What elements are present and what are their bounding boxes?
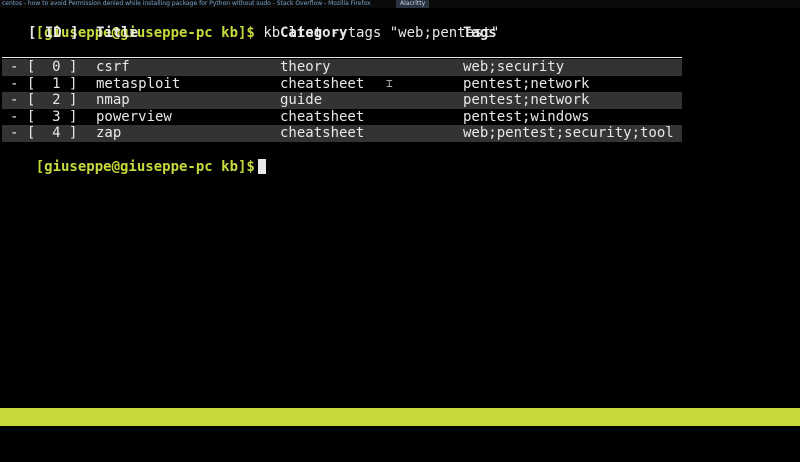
table-row: - [ 4 ] zap cheatsheet web;pentest;secur… <box>2 125 682 142</box>
tmux-status-bar: [giuseppe@0:giuseppe- 1:python* "giusepp… <box>0 408 800 461</box>
row-id: - [ 1 ] <box>10 75 78 92</box>
row-category: cheatsheet <box>280 75 365 92</box>
row-title: metasploit <box>96 75 181 92</box>
row-category: cheatsheet <box>280 108 365 125</box>
table-row: - [ 3 ] powerview cheatsheet pentest;win… <box>2 109 682 126</box>
row-title: powerview <box>96 108 172 125</box>
command-line-current[interactable]: [giuseppe@giuseppe-pc kb]$ <box>2 142 800 175</box>
row-id: - [ 0 ] <box>10 59 78 75</box>
text-cursor <box>257 158 266 174</box>
taskbar: centos - how to avoid Permission denied … <box>0 0 800 8</box>
row-tags: pentest;windows <box>463 108 590 125</box>
mouse-ibeam-cursor-icon: ⌶ <box>386 76 393 90</box>
row-title: csrf <box>96 59 130 75</box>
header-underline <box>2 57 682 58</box>
header-tags: Tags <box>463 25 497 41</box>
header-category: Category <box>280 25 348 41</box>
row-title: nmap <box>96 92 130 109</box>
row-category: theory <box>280 59 331 75</box>
taskbar-window-firefox[interactable]: centos - how to avoid Permission denied … <box>2 0 371 8</box>
table-row: - [ 0 ] csrf theory web;security <box>2 59 682 76</box>
row-category: guide <box>280 92 323 109</box>
row-tags: web;security <box>463 59 565 75</box>
row-tags: pentest;network <box>463 75 590 92</box>
shell-prompt: [giuseppe@giuseppe-pc kb]$ <box>35 158 255 175</box>
row-title: zap <box>96 125 122 142</box>
header-id: [ ID ] <box>28 25 79 41</box>
taskbar-window-alacritty[interactable]: Alacritty <box>396 0 430 8</box>
header-title: Title <box>96 25 139 41</box>
table-row: - [ 1 ] metasploit cheatsheet ⌶ pentest;… <box>2 76 682 93</box>
row-id: - [ 3 ] <box>10 108 78 125</box>
tmux-session-windows[interactable]: [giuseppe@0:giuseppe- 1:python* <box>3 426 264 444</box>
row-tags: web;pentest;security;tool <box>463 125 674 142</box>
table-header: [ ID ] Title Category Tags <box>2 25 800 42</box>
row-id: - [ 4 ] <box>10 125 78 142</box>
row-tags: pentest;network <box>463 92 590 109</box>
table-row: - [ 2 ] nmap guide pentest;network <box>2 92 682 109</box>
row-id: - [ 2 ] <box>10 92 78 109</box>
tmux-status-right: "giuseppe@giuseppe-pc:" 15:27 12-set-20 <box>467 445 796 461</box>
row-category: cheatsheet <box>280 125 365 142</box>
terminal[interactable]: [giuseppe@giuseppe-pc kb]$ kb list --tag… <box>2 8 800 175</box>
command-line: [giuseppe@giuseppe-pc kb]$ kb list --tag… <box>2 8 800 41</box>
